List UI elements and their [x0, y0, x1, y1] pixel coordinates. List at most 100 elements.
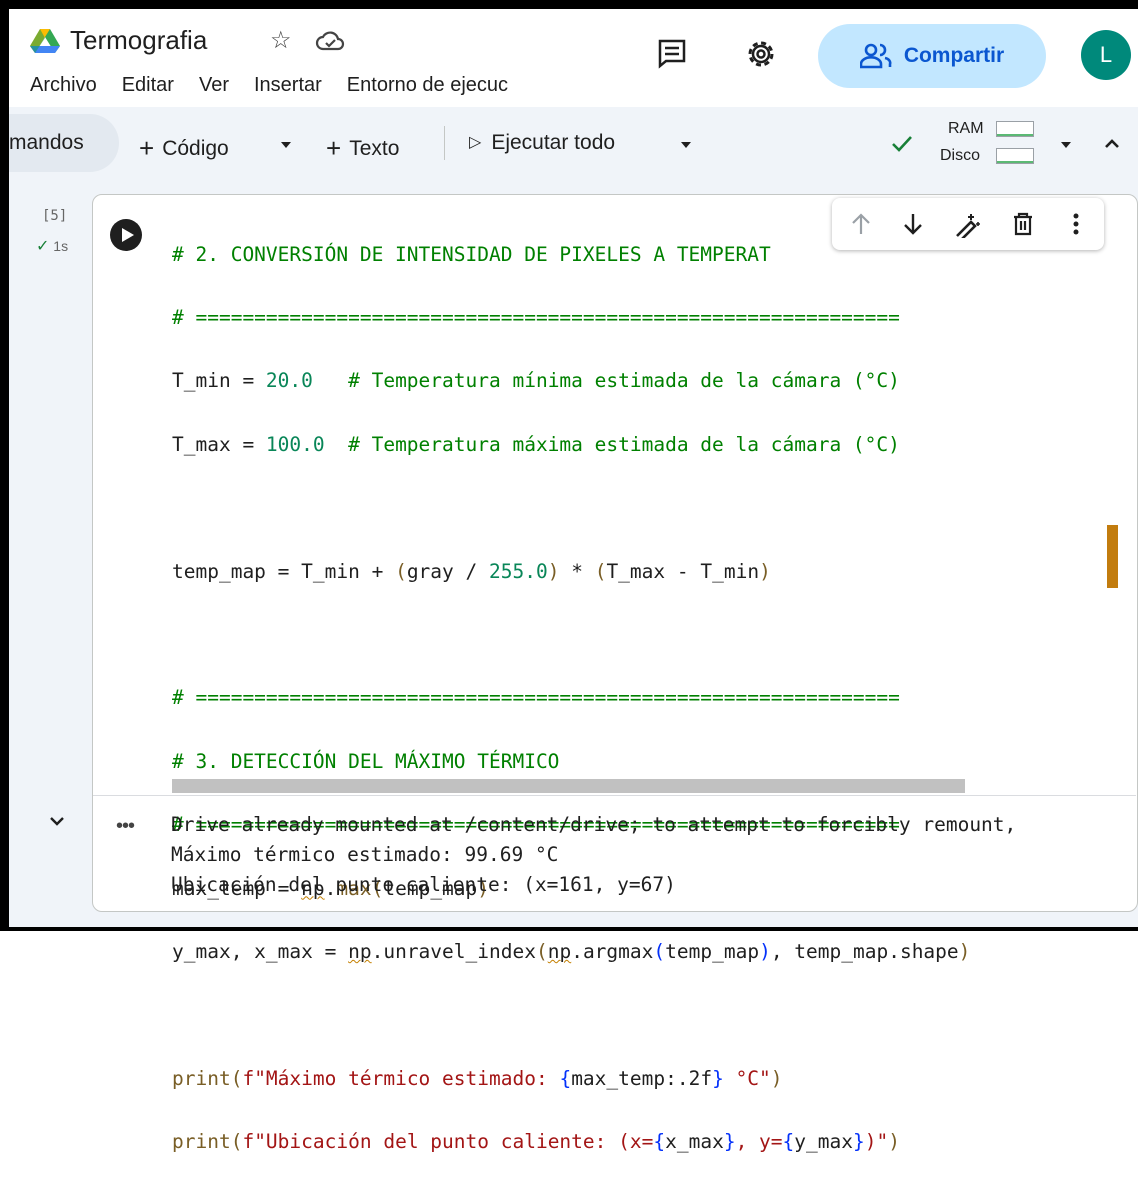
play-icon: ▷	[469, 134, 482, 151]
add-code-button[interactable]: + Código	[139, 131, 229, 163]
plus-icon: +	[326, 133, 342, 163]
code-line: # 3. DETECCIÓN DEL MÁXIMO TÉRMICO	[172, 749, 560, 773]
ram-usage-bar[interactable]	[996, 121, 1034, 137]
delete-icon[interactable]	[1012, 212, 1034, 236]
edit-magic-icon[interactable]	[953, 212, 981, 238]
code-bracket: }	[852, 1130, 865, 1154]
code-bracket: )	[888, 1130, 900, 1154]
execution-count: [5]	[42, 208, 68, 224]
share-label: Compartir	[903, 44, 1005, 67]
run-all-label: Ejecutar todo	[491, 131, 616, 154]
output-line: Drive already mounted at /content/drive;…	[171, 813, 1017, 836]
code-string: , y=	[735, 1130, 783, 1154]
code-bracket: {	[653, 1130, 666, 1154]
code-token: gray /	[406, 559, 489, 583]
run-all-dropdown-icon[interactable]	[679, 140, 693, 150]
code-token: np	[348, 940, 372, 963]
output-line: Ubicación del punto caliente: (x=161, y=…	[171, 873, 676, 896]
collapse-header-icon[interactable]	[1103, 136, 1121, 150]
code-token: max_temp:.2f	[571, 1066, 713, 1090]
code-editor[interactable]: # 2. CONVERSIÓN DE INTENSIDAD DE PIXELES…	[172, 207, 970, 1190]
code-token: y_max, x_max =	[172, 940, 349, 963]
execution-time: ✓ 1s	[36, 236, 68, 256]
code-bracket: (	[395, 559, 407, 583]
collapse-output-icon[interactable]	[48, 815, 66, 829]
settings-gear-icon[interactable]	[744, 37, 778, 71]
notebook-title[interactable]: Termografia	[70, 25, 207, 56]
menu-ver[interactable]: Ver	[199, 74, 229, 96]
code-bracket: (	[535, 940, 548, 963]
execution-time-label: 1s	[53, 238, 69, 254]
code-bracket: {	[782, 1130, 795, 1154]
add-text-label: Texto	[349, 137, 400, 160]
move-up-icon[interactable]	[850, 212, 872, 236]
code-token: .unravel_index	[371, 940, 536, 963]
cell-toolbar	[832, 198, 1104, 250]
modified-line-marker	[1107, 525, 1118, 588]
share-button[interactable]: Compartir	[818, 24, 1046, 88]
code-token: np	[547, 940, 572, 963]
output-actions-icon[interactable]: •••	[116, 815, 135, 838]
code-bracket: )	[547, 559, 560, 583]
window-frame-top	[0, 0, 1138, 9]
run-all-button[interactable]: ▷ Ejecutar todo	[469, 131, 615, 155]
code-token: x_max	[665, 1130, 724, 1154]
plus-icon: +	[139, 133, 155, 163]
code-token: , temp_map.shape	[770, 940, 959, 963]
menu-archivo[interactable]: Archivo	[30, 74, 97, 96]
code-token: T_max =	[172, 432, 266, 456]
code-bracket: (	[230, 1066, 243, 1090]
code-string: f"Ubicación del punto caliente: (x=	[242, 1130, 654, 1154]
code-line: # ======================================…	[172, 686, 900, 710]
toolbar-divider	[444, 126, 445, 160]
code-bracket: )	[958, 940, 971, 963]
code-comment: # Temperatura máxima estimada de la cáma…	[324, 432, 900, 456]
commands-label: mandos	[9, 131, 84, 154]
code-token: temp_map	[665, 940, 760, 963]
code-token: *	[559, 559, 595, 583]
code-token: y_max	[794, 1130, 853, 1154]
code-comment: # Temperatura mínima estimada de la cáma…	[312, 369, 900, 393]
code-number: 20.0	[265, 369, 313, 393]
code-line: # ======================================…	[172, 306, 900, 330]
code-bracket: {	[559, 1066, 572, 1090]
move-down-icon[interactable]	[902, 212, 924, 236]
add-text-button[interactable]: + Texto	[326, 131, 400, 163]
connected-check-icon[interactable]	[890, 134, 914, 154]
drive-logo-icon[interactable]	[30, 29, 60, 53]
run-cell-button[interactable]	[110, 219, 142, 251]
cell-output: Drive already mounted at /content/drive;…	[171, 810, 1016, 900]
disk-usage-bar[interactable]	[996, 148, 1034, 164]
code-bracket: (	[230, 1130, 243, 1154]
comments-icon[interactable]	[656, 37, 688, 69]
code-bracket: }	[723, 1130, 736, 1154]
output-divider	[93, 795, 1136, 796]
output-line: Máximo térmico estimado: 99.69 °C	[171, 843, 559, 866]
code-bracket: )	[759, 559, 771, 583]
code-number: 255.0	[489, 559, 548, 583]
more-vert-icon[interactable]	[1072, 212, 1080, 236]
code-function: print	[172, 1130, 231, 1154]
success-check-icon: ✓	[36, 238, 50, 255]
window-frame-left	[0, 0, 9, 931]
horizontal-scrollbar[interactable]	[172, 779, 965, 793]
code-number: 100.0	[265, 432, 325, 456]
code-string: f"Máximo térmico estimado:	[242, 1066, 560, 1090]
code-token: T_max - T_min	[606, 559, 760, 583]
menu-entorno-ejecucion[interactable]: Entorno de ejecuc	[347, 74, 508, 96]
add-code-label: Código	[162, 137, 229, 160]
menu-insertar[interactable]: Insertar	[254, 74, 322, 96]
code-bracket: (	[594, 559, 607, 583]
code-bracket: (	[653, 940, 666, 963]
code-bracket: }	[712, 1066, 724, 1090]
menu-editar[interactable]: Editar	[122, 74, 174, 96]
code-bracket: )	[759, 940, 771, 963]
cloud-sync-icon[interactable]	[315, 29, 345, 53]
runtime-dropdown-icon[interactable]	[1059, 140, 1073, 150]
ram-label: RAM	[948, 120, 984, 137]
code-line: # 2. CONVERSIÓN DE INTENSIDAD DE PIXELES…	[172, 242, 771, 266]
add-code-dropdown-icon[interactable]	[279, 140, 293, 150]
avatar[interactable]: L	[1081, 30, 1131, 80]
share-people-icon	[859, 43, 892, 69]
star-icon[interactable]: ☆	[270, 26, 292, 55]
